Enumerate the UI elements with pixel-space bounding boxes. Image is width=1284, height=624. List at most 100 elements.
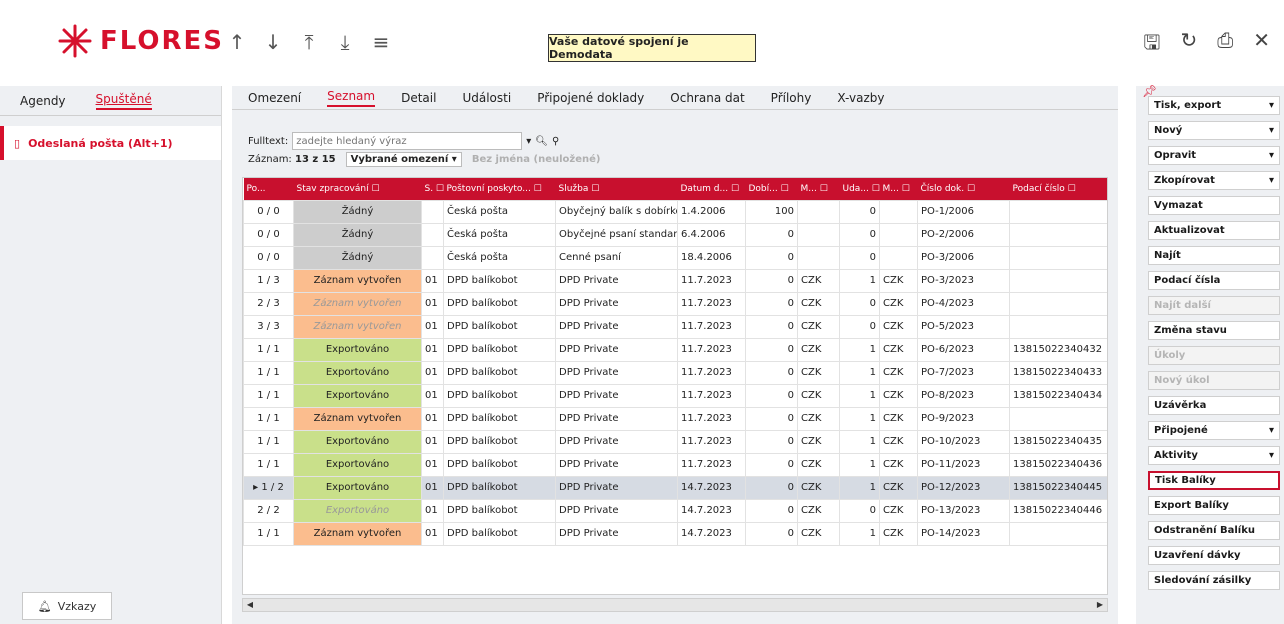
table-row[interactable]: 3 / 3 Záznam vytvořen 01 DPD balíkobot DPD P… (243, 314, 1107, 339)
table-row[interactable]: 1 / 1 Exportováno 01 DPD balíkobot DPD Priva… (243, 429, 1107, 454)
column-header[interactable]: Služba ☐ (555, 178, 678, 200)
scroll-left-icon[interactable]: ◀ (243, 599, 257, 611)
vzkazy-button[interactable]: 🔔︎ Vzkazy (22, 592, 112, 620)
action-button[interactable]: Opravit ▾ (1148, 146, 1280, 165)
omezeni-select[interactable]: Vybrané omezení ▾ (345, 152, 462, 167)
tab-detail[interactable]: Detail (401, 91, 436, 105)
table-row[interactable]: 1 / 3 Záznam vytvořen 01 DPD balíkobot DPD P… (243, 268, 1107, 293)
table-cell-postovni: DPD balíkobot (443, 475, 556, 500)
tab-spustene[interactable]: Spuštěné (95, 92, 152, 110)
action-button[interactable]: Tisk, export ▾ (1148, 96, 1280, 115)
table-row[interactable]: 2 / 2 Exportováno 01 DPD balíkobot DPD Priva… (243, 498, 1107, 523)
table-row[interactable]: ▸ 1 / 2 Exportováno 01 DPD balíkobot DPD Pri… (243, 475, 1107, 500)
arrow-bottom-icon[interactable]: ⤓ (334, 30, 356, 54)
table-cell-postovni: DPD balíkobot (443, 314, 556, 339)
table-row[interactable]: 1 / 1 Exportováno 01 DPD balíkobot DPD Priva… (243, 360, 1107, 385)
table-cell-uda: 0 (839, 222, 880, 247)
action-label: Nový (1154, 125, 1183, 136)
action-button[interactable]: Vymazat (1148, 196, 1280, 215)
column-header[interactable]: Uda... ☐ (839, 178, 880, 200)
column-header[interactable]: Stav zpracování ☐ (293, 178, 422, 200)
column-header[interactable]: Datum d... ☐ (677, 178, 746, 200)
record-navigation: ↑ ↓ ⤒ ⤓ ≡ (226, 30, 392, 54)
action-button[interactable]: Zkopírovat ▾ (1148, 171, 1280, 190)
connection-notice: Vaše datové spojení je Demodata (548, 34, 756, 62)
action-button[interactable]: Připojené ▾ (1148, 421, 1280, 440)
arrow-up-icon[interactable]: ↑ (226, 30, 248, 54)
table-cell-podaci (1009, 222, 1107, 247)
action-button[interactable]: Tisk Balíky (1148, 471, 1280, 490)
menu-icon[interactable]: ≡ (370, 30, 392, 54)
column-header[interactable]: Číslo dok. ☐ (917, 178, 1010, 200)
main-panel: Omezení Seznam Detail Události Připojené… (232, 86, 1118, 624)
action-button[interactable]: Podací čísla (1148, 271, 1280, 290)
close-icon[interactable]: ✕ (1253, 28, 1270, 62)
arrow-top-icon[interactable]: ⤒ (298, 30, 320, 54)
table-cell-po: 1 / 1 (243, 521, 294, 546)
action-label: Úkoly (1154, 350, 1186, 361)
tab-prilohy[interactable]: Přílohy (771, 91, 812, 105)
column-header[interactable]: Poštovní poskyto... ☐ (443, 178, 556, 200)
action-button[interactable]: Aktualizovat (1148, 221, 1280, 240)
sidebar-item-odeslana-posta[interactable]: ▯ Odeslaná pošta (Alt+1) (0, 126, 221, 160)
table-cell-cislo: PO-1/2006 (917, 199, 1010, 224)
tab-udalosti[interactable]: Události (462, 91, 511, 105)
action-button[interactable]: Uzavření dávky (1148, 546, 1280, 565)
table-cell-m2: CZK (879, 314, 918, 339)
chevron-down-icon: ▾ (1268, 175, 1274, 186)
action-button[interactable]: Sledování zásilky (1148, 571, 1280, 590)
table-row[interactable]: 2 / 3 Záznam vytvořen 01 DPD balíkobot DPD P… (243, 291, 1107, 316)
tab-ochrana-dat[interactable]: Ochrana dat (670, 91, 744, 105)
save-icon[interactable]: 🖫 (1143, 28, 1160, 62)
scroll-right-icon[interactable]: ▶ (1093, 599, 1107, 611)
tab-x-vazby[interactable]: X-vazby (837, 91, 884, 105)
table-cell-dobi: 0 (745, 268, 798, 293)
table-cell-datum: 1.4.2006 (677, 199, 746, 224)
tab-seznam[interactable]: Seznam (327, 89, 376, 107)
table-row[interactable]: 1 / 1 Exportováno 01 DPD balíkobot DPD Priva… (243, 383, 1107, 408)
column-header[interactable]: M... ☐ (797, 178, 840, 200)
chevron-down-icon[interactable]: ▾ (526, 136, 531, 147)
table-row[interactable]: 1 / 1 Exportováno 01 DPD balíkobot DPD Priva… (243, 337, 1107, 362)
table-row[interactable]: 1 / 1 Záznam vytvořen 01 DPD balíkobot DPD P… (243, 406, 1107, 431)
table-cell-sluzba: DPD Private (555, 406, 678, 431)
table-cell-stav: Exportováno (293, 337, 422, 362)
tab-omezeni[interactable]: Omezení (248, 91, 301, 105)
table-row[interactable]: 0 / 0 Žádný Česká pošta Obyčejné psaní stan… (243, 222, 1107, 247)
search-icon[interactable]: 🔍︎ (535, 136, 548, 147)
action-label: Opravit (1154, 150, 1197, 161)
action-button[interactable]: Aktivity ▾ (1148, 446, 1280, 465)
column-header[interactable]: Po... (243, 178, 294, 200)
column-header[interactable]: Podací číslo ☐ (1009, 178, 1107, 200)
action-button[interactable]: Export Balíky (1148, 496, 1280, 515)
horizontal-scrollbar[interactable]: ◀ ▶ (242, 598, 1108, 612)
tab-pripojene-doklady[interactable]: Připojené doklady (537, 91, 644, 105)
table-cell-m1: CZK (797, 406, 840, 431)
action-button[interactable]: Odstranění Balíku (1148, 521, 1280, 540)
arrow-down-icon[interactable]: ↓ (262, 30, 284, 54)
table-cell-s: 01 (421, 521, 444, 546)
table-row[interactable]: 1 / 1 Záznam vytvořen 01 DPD balíkobot DPD P… (243, 521, 1107, 546)
table-row[interactable]: 1 / 1 Exportováno 01 DPD balíkobot DPD Priva… (243, 452, 1107, 477)
table-row[interactable]: 0 / 0 Žádný Česká pošta Cenné psaní 18.4.200… (243, 245, 1107, 270)
table-cell-sluzba: DPD Private (555, 383, 678, 408)
column-header[interactable]: M... ☐ (879, 178, 918, 200)
column-header[interactable]: Dobí... ☐ (745, 178, 798, 200)
action-button[interactable]: Uzávěrka (1148, 396, 1280, 415)
table-cell-stav: Žádný (293, 245, 422, 270)
table-cell-uda: 1 (839, 383, 880, 408)
action-button[interactable]: Nový ▾ (1148, 121, 1280, 140)
table-row[interactable]: 0 / 0 Žádný Česká pošta Obyčejný balík s do… (243, 199, 1107, 224)
action-button[interactable]: Změna stavu (1148, 321, 1280, 340)
refresh-icon[interactable]: ↻ (1180, 28, 1197, 62)
pin-icon[interactable]: 📌︎ (1142, 84, 1157, 98)
fulltext-input[interactable] (292, 132, 523, 150)
column-header[interactable]: S. ☐ (421, 178, 444, 200)
tab-agendy[interactable]: Agendy (20, 94, 66, 108)
action-button[interactable]: Najít (1148, 246, 1280, 265)
table-cell-podaci (1009, 291, 1107, 316)
table-cell-cislo: PO-12/2023 (917, 475, 1010, 500)
advanced-search-icon[interactable]: ⚲ (552, 136, 559, 147)
table-cell-m2: CZK (879, 429, 918, 454)
print-icon[interactable]: ⎙ (1217, 28, 1233, 62)
